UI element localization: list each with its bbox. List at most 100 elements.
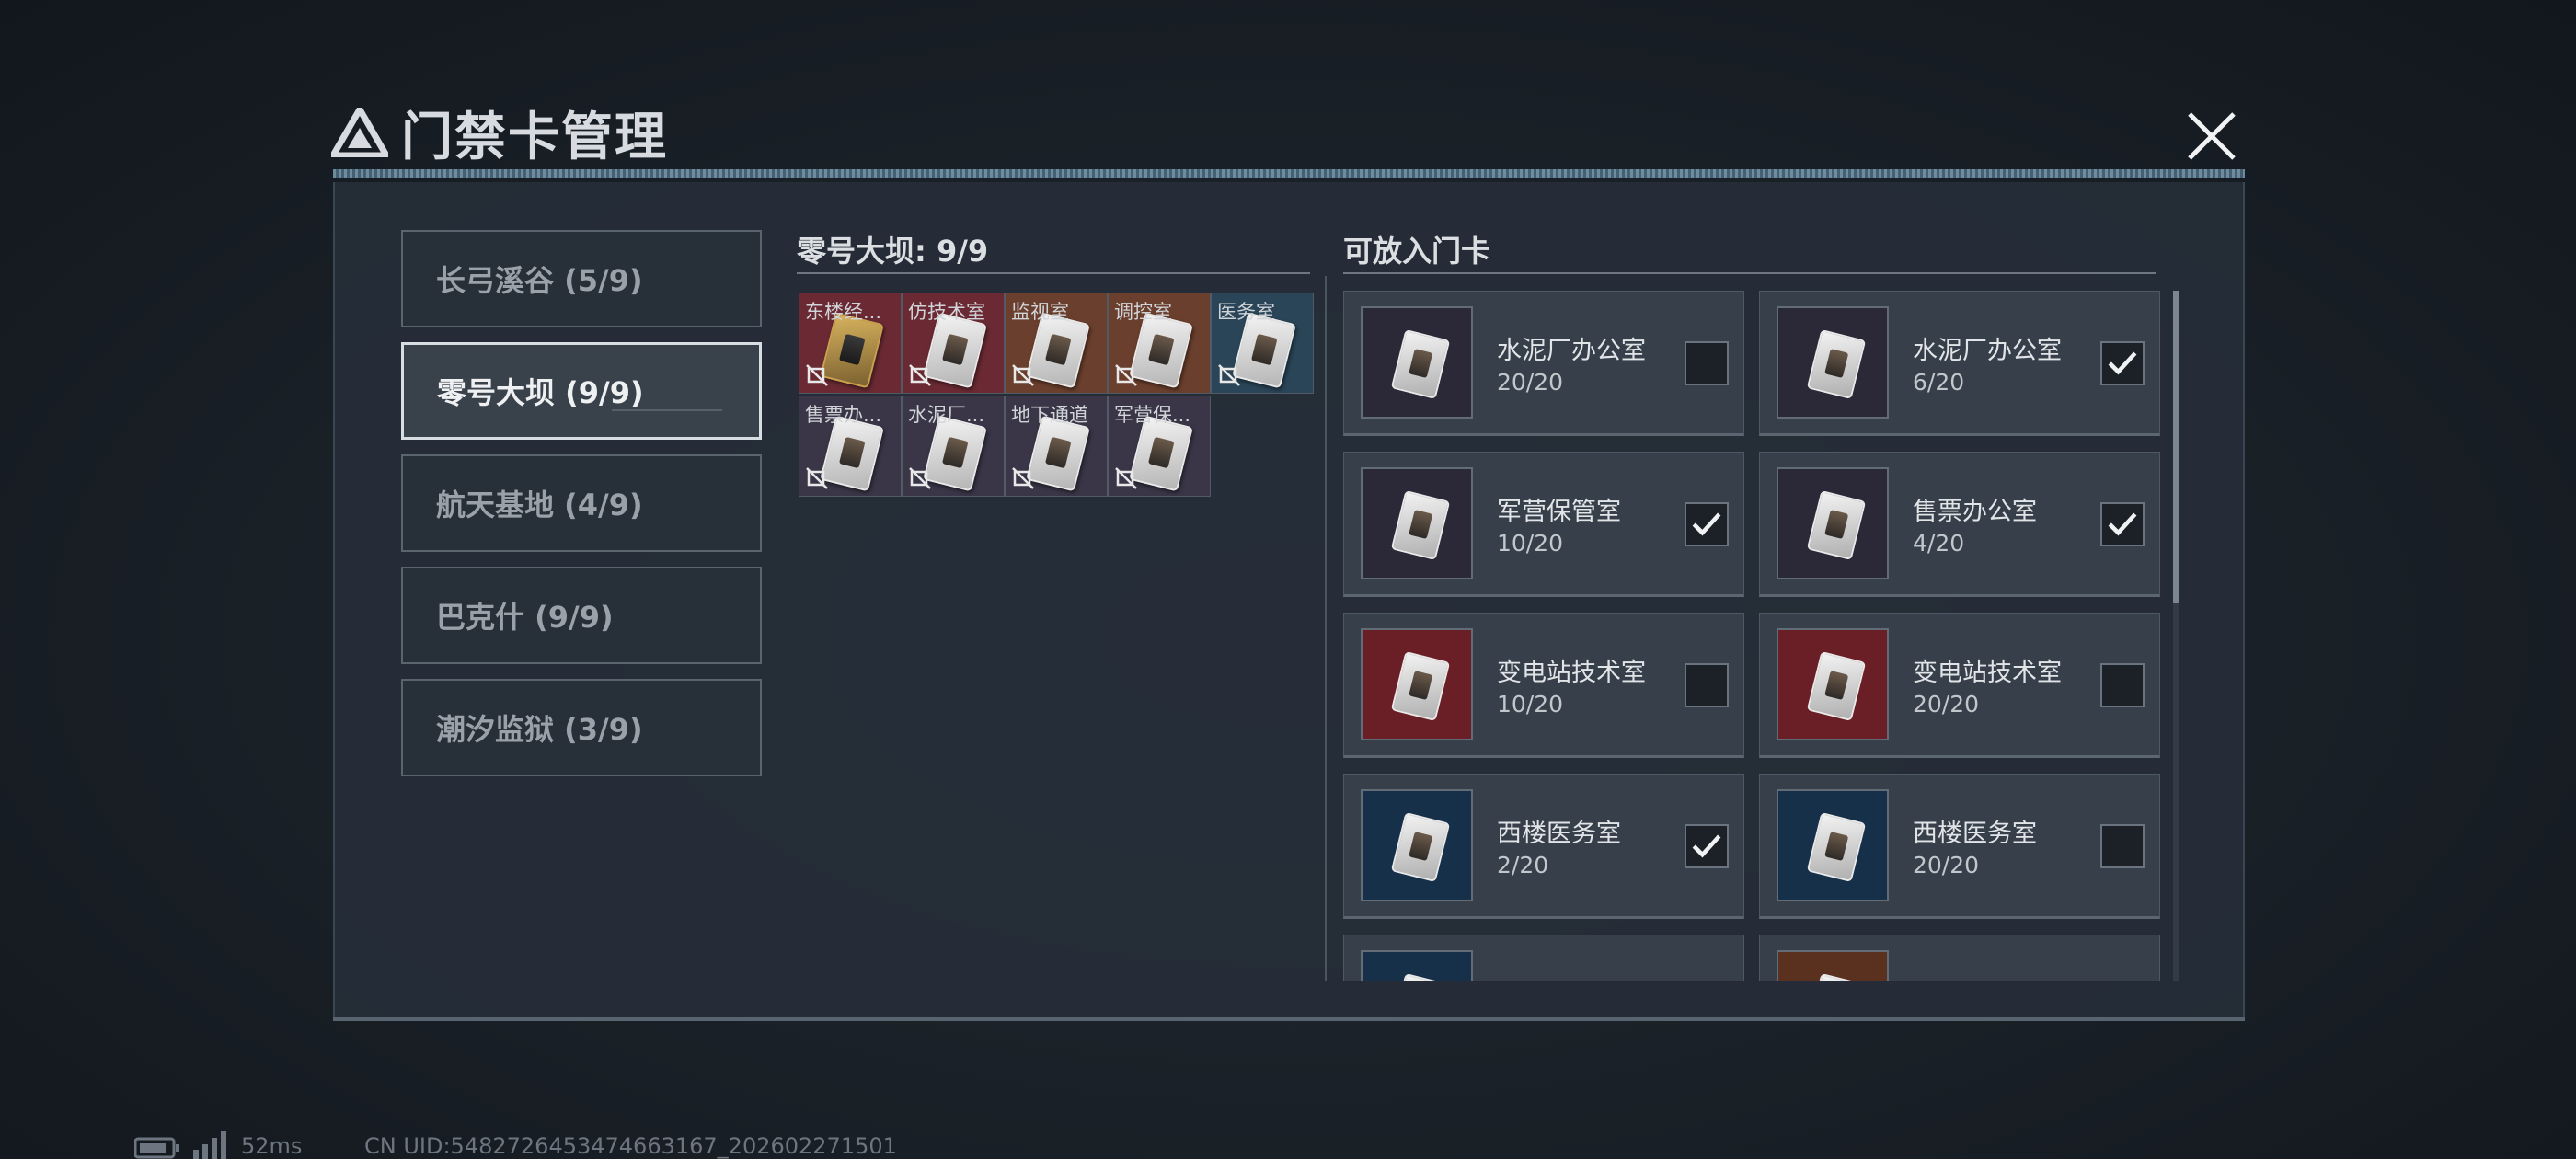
- card-select-checkbox[interactable]: [2100, 824, 2145, 868]
- card-name: 售票办公室: [1913, 498, 2037, 526]
- card-thumbnail: [1361, 950, 1473, 981]
- no-transfer-icon: [1115, 467, 1137, 489]
- page-title: 门禁卡管理: [401, 107, 668, 167]
- card-count: 10/20: [1497, 530, 1564, 557]
- card-name: 西楼医务室: [1913, 820, 2037, 848]
- card-select-checkbox[interactable]: [2100, 341, 2145, 385]
- no-transfer-icon: [1012, 467, 1034, 489]
- available-title-rule: [1343, 272, 2156, 274]
- card-thumbnail: [1777, 306, 1889, 419]
- card-select-checkbox[interactable]: [2100, 502, 2145, 546]
- uid-text: CN UID:5482726453474663167_202602271501: [364, 1133, 897, 1159]
- card-select-checkbox[interactable]: [1685, 663, 1729, 707]
- checkmark-icon: [2108, 512, 2137, 536]
- card-name: 水泥厂办公室: [1913, 337, 2062, 365]
- signal-icon: [193, 1131, 226, 1159]
- card-slot[interactable]: 军营保...: [1108, 396, 1211, 497]
- no-transfer-icon: [806, 364, 828, 386]
- card-thumbnail: [1361, 306, 1473, 419]
- card-count: 20/20: [1497, 369, 1564, 396]
- available-cards-list[interactable]: 水泥厂办公室 20/20 水泥厂办公室 6/20 军营保管室 10/20 售票办公室 4/20…: [1341, 291, 2169, 981]
- card-slot[interactable]: 售票办...: [799, 396, 902, 497]
- card-name: 变电站技术室: [1913, 659, 2062, 687]
- tab-label: 长弓溪谷 (5/9): [436, 263, 643, 298]
- card-thumbnail: [1777, 467, 1889, 580]
- tab-label: 巴克什 (9/9): [436, 600, 614, 635]
- card-thumbnail: [1361, 789, 1473, 901]
- card-thumbnail: [1777, 950, 1889, 981]
- tab-region-2[interactable]: 零号大坝 (9/9): [401, 342, 762, 440]
- slot-label: 医务室: [1217, 301, 1275, 323]
- card-slot[interactable]: 医务室: [1211, 293, 1314, 394]
- close-button[interactable]: [2184, 109, 2239, 164]
- checkmark-icon: [1692, 512, 1721, 536]
- access-card-icon: [1806, 811, 1867, 883]
- close-icon: [2188, 112, 2236, 160]
- access-card-icon: [1806, 489, 1867, 561]
- slots-title: 零号大坝: 9/9: [797, 234, 989, 269]
- card-slot[interactable]: 东楼经...: [799, 293, 902, 394]
- battery-icon: [134, 1137, 179, 1159]
- no-transfer-icon: [909, 467, 931, 489]
- available-title: 可放入门卡: [1343, 234, 1491, 269]
- slot-label: 监视室: [1011, 301, 1069, 323]
- card-slot[interactable]: 调控室: [1108, 293, 1211, 394]
- slot-label: 售票办...: [805, 404, 882, 426]
- card-name: 水泥厂办公室: [1497, 337, 1646, 365]
- slot-label: 调控室: [1114, 301, 1172, 323]
- access-card-item[interactable]: [1343, 935, 1744, 981]
- card-slot[interactable]: 地下通道: [1005, 396, 1108, 497]
- card-select-checkbox[interactable]: [1685, 341, 1729, 385]
- access-card-item[interactable]: 水泥厂办公室 6/20: [1759, 291, 2160, 436]
- slot-label: 水泥厂...: [908, 404, 985, 426]
- checkmark-icon: [2108, 351, 2137, 375]
- access-card-item[interactable]: [1759, 935, 2160, 981]
- card-select-checkbox[interactable]: [2100, 663, 2145, 707]
- card-slot[interactable]: 仿技术室: [902, 293, 1005, 394]
- slots-title-rule: [797, 272, 1310, 274]
- card-count: 20/20: [1913, 691, 1980, 717]
- access-card-icon: [1806, 650, 1867, 722]
- card-thumbnail: [1777, 789, 1889, 901]
- no-transfer-icon: [806, 467, 828, 489]
- tab-label: 潮汐监狱 (3/9): [436, 712, 643, 747]
- card-slot[interactable]: 监视室: [1005, 293, 1108, 394]
- tab-region-4[interactable]: 巴克什 (9/9): [401, 567, 762, 664]
- access-card-icon: [1390, 328, 1451, 400]
- tab-region-3[interactable]: 航天基地 (4/9): [401, 454, 762, 552]
- no-transfer-icon: [1012, 364, 1034, 386]
- card-count: 4/20: [1913, 530, 1965, 557]
- scrollbar-thumb[interactable]: [2173, 291, 2179, 603]
- access-card-item[interactable]: 售票办公室 4/20: [1759, 452, 2160, 597]
- card-select-checkbox[interactable]: [1685, 502, 1729, 546]
- card-name: 军营保管室: [1497, 498, 1621, 526]
- card-count: 10/20: [1497, 691, 1564, 717]
- tab-region-5[interactable]: 潮汐监狱 (3/9): [401, 679, 762, 776]
- panel-bottom-border: [333, 1017, 2245, 1021]
- access-card-icon: [1806, 972, 1867, 981]
- card-slot[interactable]: 水泥厂...: [902, 396, 1005, 497]
- card-count: 6/20: [1913, 369, 1965, 396]
- slot-label: 军营保...: [1114, 404, 1191, 426]
- access-card-item[interactable]: 西楼医务室 20/20: [1759, 774, 2160, 919]
- tab-region-1[interactable]: 长弓溪谷 (5/9): [401, 230, 762, 327]
- no-transfer-icon: [1115, 364, 1137, 386]
- access-card-icon: [1390, 650, 1451, 722]
- ping-text: 52ms: [241, 1133, 303, 1159]
- no-transfer-icon: [909, 364, 931, 386]
- card-select-checkbox[interactable]: [1685, 824, 1729, 868]
- card-thumbnail: [1361, 467, 1473, 580]
- card-name: 西楼医务室: [1497, 820, 1621, 848]
- no-transfer-icon: [1218, 364, 1240, 386]
- access-card-item[interactable]: 水泥厂办公室 20/20: [1343, 291, 1744, 436]
- delta-logo-icon: [331, 108, 388, 157]
- access-card-item[interactable]: 西楼医务室 2/20: [1343, 774, 1744, 919]
- access-card-item[interactable]: 变电站技术室 10/20: [1343, 613, 1744, 758]
- slot-label: 仿技术室: [908, 301, 985, 323]
- slot-label: 东楼经...: [805, 301, 882, 323]
- card-thumbnail: [1777, 628, 1889, 740]
- access-card-item[interactable]: 军营保管室 10/20: [1343, 452, 1744, 597]
- card-thumbnail: [1361, 628, 1473, 740]
- slot-label: 地下通道: [1011, 404, 1088, 426]
- access-card-item[interactable]: 变电站技术室 20/20: [1759, 613, 2160, 758]
